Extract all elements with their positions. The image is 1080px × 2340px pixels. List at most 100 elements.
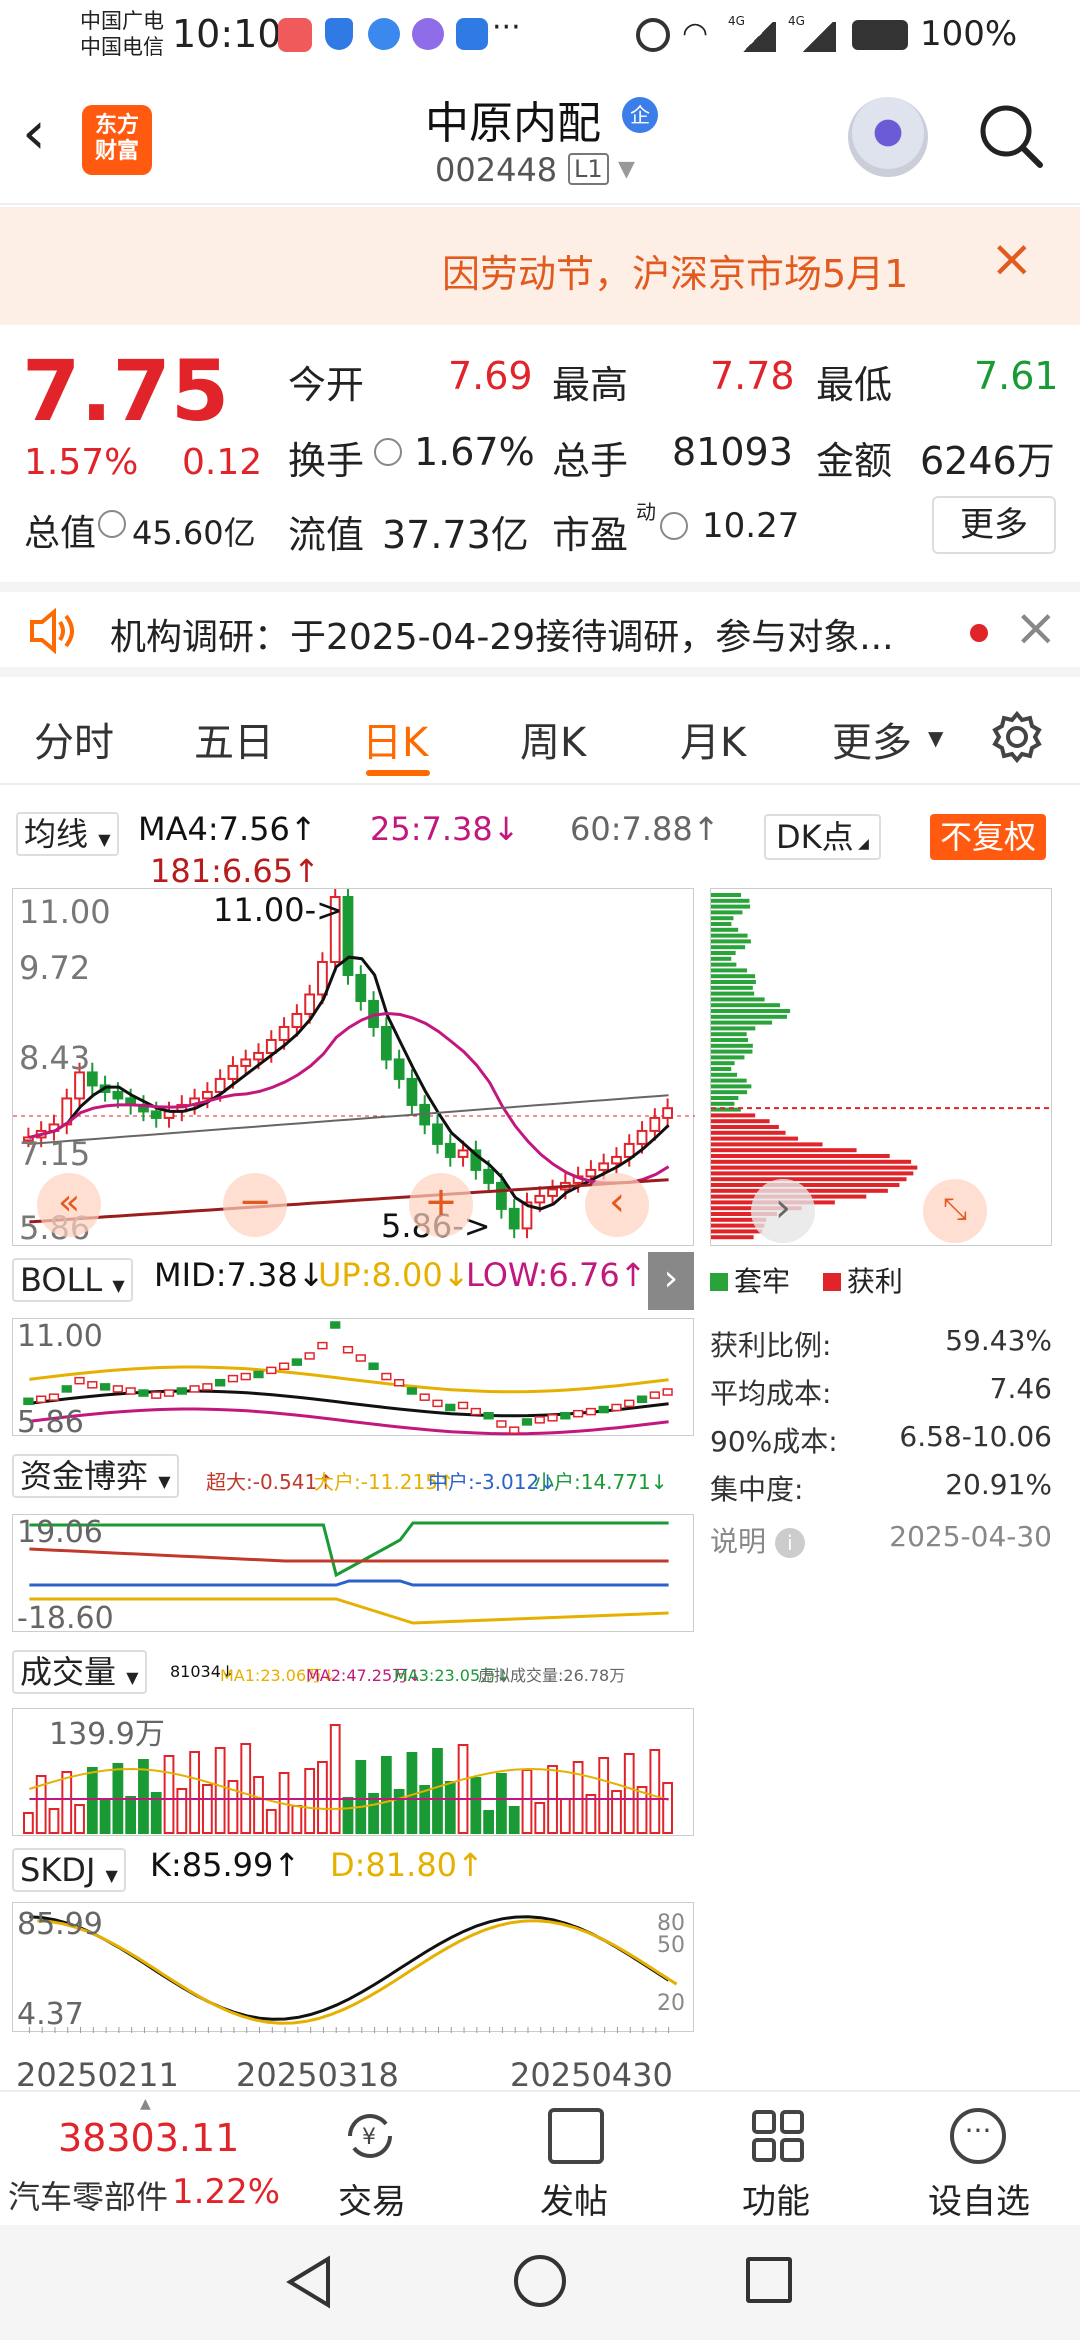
tab-five-day[interactable]: 五日: [194, 710, 274, 768]
kline-chart-zone[interactable]: 均线 ▼ MA4:7.56↑ 25:7.38↓ 60:7.88↑ 181:6.6…: [0, 790, 1080, 2094]
settings-gear-icon[interactable]: [990, 710, 1044, 764]
robot-assistant-icon[interactable]: [848, 97, 928, 177]
nav-back-icon[interactable]: [284, 2255, 334, 2309]
function-button[interactable]: 功能: [742, 2174, 810, 2223]
candle-body: [432, 1123, 443, 1145]
chip-bar: [711, 1119, 770, 1124]
candle-body: [240, 1058, 252, 1067]
stock-code: 002448: [435, 151, 558, 189]
volume-bar: [585, 1794, 597, 1834]
tab-more[interactable]: 更多: [832, 710, 912, 768]
volume-value: 81093: [672, 430, 793, 474]
fund-selector[interactable]: 资金博弈 ▼: [12, 1454, 179, 1498]
tab-monthly-k[interactable]: 月K: [680, 710, 746, 768]
notice-close-icon[interactable]: ×: [990, 229, 1034, 289]
function-grid-icon[interactable]: [750, 2108, 806, 2164]
candle-body: [508, 1207, 520, 1230]
collapse-up-icon[interactable]: ▲: [140, 2096, 151, 2112]
volume-bar: [457, 1744, 469, 1834]
turnover-info-icon[interactable]: [374, 438, 402, 466]
volume-bar: [342, 1797, 354, 1834]
volume-bar: [61, 1771, 73, 1834]
boll-candle: [291, 1358, 303, 1366]
back-icon[interactable]: ‹: [22, 103, 46, 163]
chip-stat-label: 集中度:: [710, 1473, 804, 1506]
kline-main-panel[interactable]: 11.00 9.72 8.43 7.15 5.86 11.00-> 5.86->…: [12, 887, 695, 1247]
stock-name: 中原内配: [425, 98, 601, 149]
fund-panel[interactable]: 19.06 -18.60: [12, 1514, 694, 1636]
search-icon[interactable]: [978, 103, 1043, 168]
post-button[interactable]: 发帖: [540, 2174, 608, 2223]
trade-button[interactable]: 交易: [338, 2174, 406, 2223]
volume-selector[interactable]: 成交量 ▼: [12, 1650, 147, 1694]
boll-svg: [23, 1321, 673, 1436]
code-dropdown-icon[interactable]: ▼: [618, 157, 635, 182]
boll-candle: [176, 1387, 187, 1395]
boll-panel[interactable]: 11.00 5.86: [12, 1318, 694, 1440]
boll-candle: [163, 1389, 175, 1397]
more-button[interactable]: 更多: [932, 496, 1056, 554]
chip-expand-icon[interactable]: ⤡: [923, 1179, 987, 1243]
news-ticker[interactable]: 机构调研：于2025-04-29接待调研，参与对象... ×: [0, 582, 1080, 677]
indicator-switch-icon[interactable]: ›: [648, 1252, 694, 1310]
boll-candle: [355, 1354, 366, 1362]
volume-panel[interactable]: 139.9万: [12, 1708, 694, 1836]
trade-icon[interactable]: ¥: [340, 2108, 400, 2164]
chip-bar: [711, 1101, 735, 1106]
scroll-left-icon[interactable]: ‹: [585, 1173, 649, 1237]
tab-weekly-k[interactable]: 周K: [520, 710, 586, 768]
chip-next-icon[interactable]: ›: [751, 1179, 815, 1243]
news-close-icon[interactable]: ×: [1014, 598, 1058, 658]
volume-bar: [470, 1777, 482, 1834]
turnover-value: 1.67%: [414, 430, 535, 474]
mcap-info-icon[interactable]: [98, 510, 126, 538]
boll-candle: [547, 1414, 558, 1422]
ma-selector[interactable]: 均线 ▼: [16, 812, 119, 856]
volume-bar: [355, 1760, 367, 1834]
chip-bar: [711, 1055, 745, 1060]
skdj-d: D:81.80↑: [330, 1846, 484, 1884]
holiday-notice[interactable]: 因劳动节，沪深京市场5月1 ×: [0, 207, 1080, 325]
pe-superscript: 动: [636, 500, 656, 524]
adjust-button[interactable]: 不复权: [930, 814, 1047, 860]
info-icon[interactable]: i: [774, 1528, 805, 1558]
pe-info-icon[interactable]: [660, 512, 688, 540]
tab-minute[interactable]: 分时: [34, 710, 114, 768]
skdj-selector-arrow-icon: ▼: [105, 1866, 118, 1885]
ma25-value: 25:7.38↓: [370, 810, 520, 848]
post-icon[interactable]: [548, 2108, 604, 2164]
boll-candle: [624, 1399, 635, 1408]
tab-daily-k[interactable]: 日K: [362, 710, 428, 768]
period-tabs: 分时 五日 日K 周K 月K 更多 ▼: [0, 690, 1080, 785]
nav-home-icon[interactable]: [514, 2255, 566, 2307]
zoom-out-icon[interactable]: −: [223, 1173, 287, 1237]
chip-distribution-panel[interactable]: › ⤡: [710, 888, 1053, 1246]
chip-bar: [711, 1154, 890, 1158]
chip-bar: [711, 1026, 756, 1031]
dk-point-button[interactable]: DK点 ◢: [764, 814, 881, 860]
zoom-in-icon[interactable]: +: [409, 1173, 473, 1237]
boll-candle: [572, 1409, 584, 1418]
index-value[interactable]: 38303.11: [58, 2116, 239, 2160]
sector-name[interactable]: 汽车零部件: [8, 2172, 168, 2218]
skdj-selector[interactable]: SKDJ ▼: [12, 1848, 126, 1892]
volume-bar: [419, 1785, 431, 1834]
candle-body: [623, 1142, 635, 1158]
candle-body: [355, 973, 367, 1002]
boll-candle: [457, 1401, 469, 1410]
add-watchlist-button[interactable]: 设自选: [928, 2174, 1030, 2223]
skdj-panel[interactable]: 85.99 4.37 80 50 20: [12, 1902, 694, 2033]
boll-candle: [266, 1366, 277, 1375]
chip-bar: [711, 1020, 773, 1025]
nav-recents-icon[interactable]: [746, 2257, 792, 2303]
level-badge[interactable]: L1: [568, 153, 609, 185]
watchlist-icon[interactable]: ···: [950, 2108, 1006, 2164]
chip-bar: [711, 1096, 739, 1100]
app-logo[interactable]: 东方 财富: [82, 105, 152, 175]
boll-selector-label: BOLL: [20, 1261, 103, 1299]
boll-selector[interactable]: BOLL ▼: [12, 1258, 133, 1302]
sector-change: 1.22%: [172, 2172, 281, 2212]
scroll-left-fast-icon[interactable]: «: [37, 1173, 101, 1237]
candle-body: [253, 1051, 264, 1061]
boll-candle: [23, 1397, 34, 1406]
